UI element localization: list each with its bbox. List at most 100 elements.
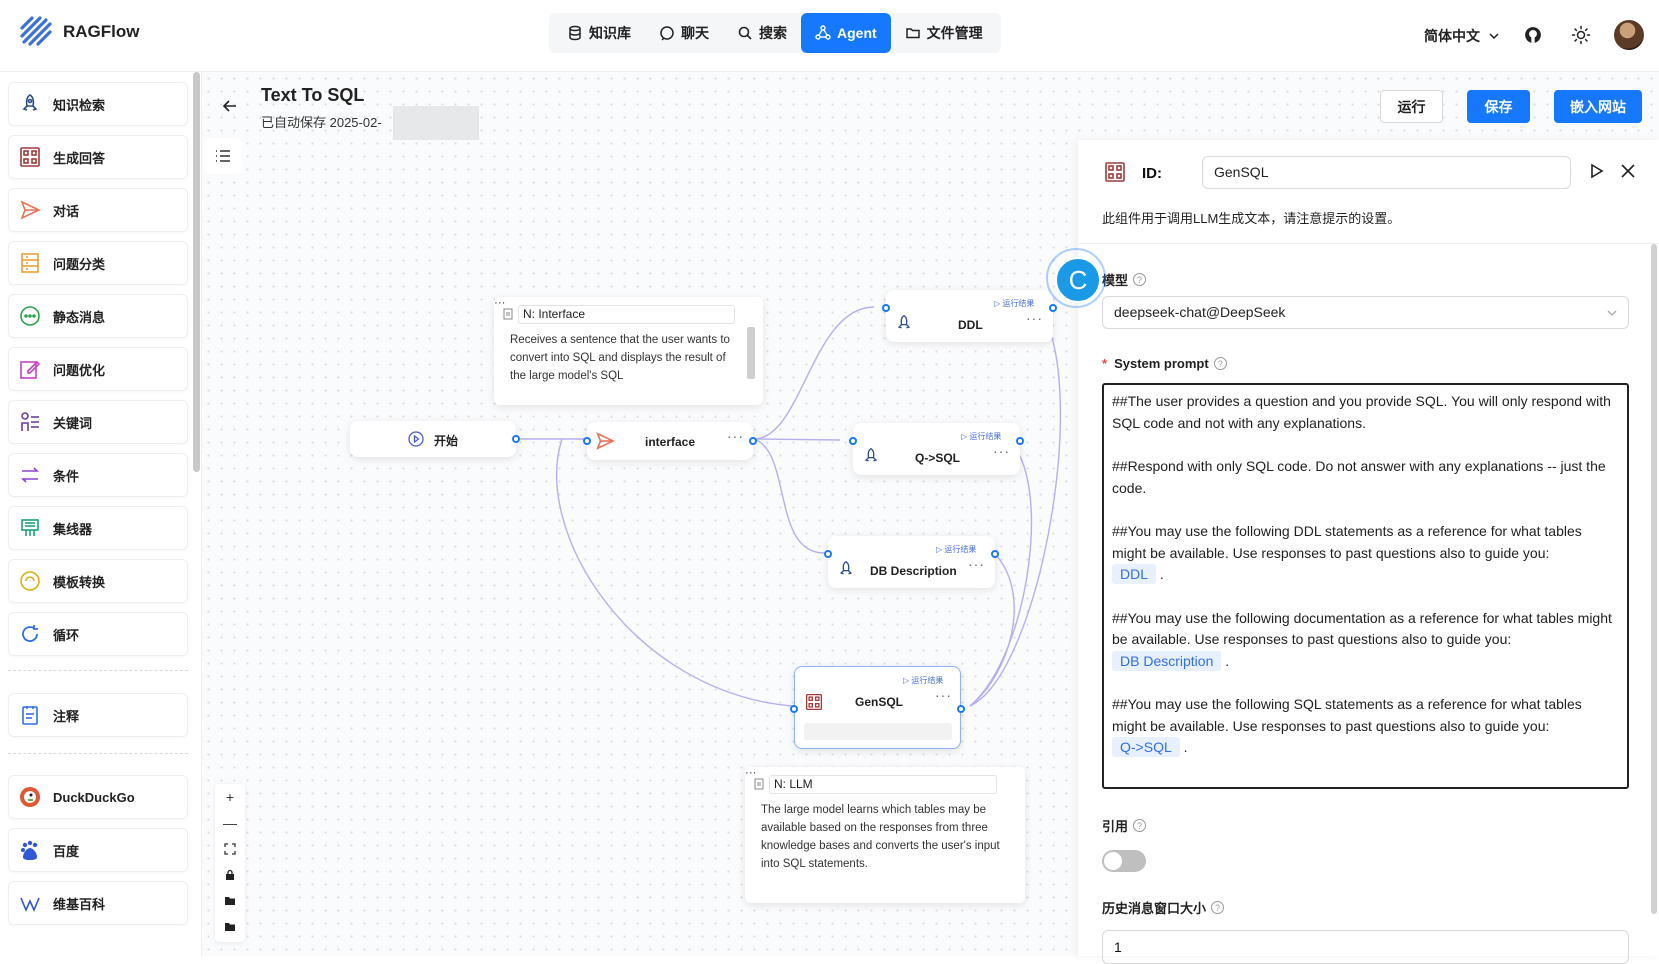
lock-button[interactable] xyxy=(215,862,245,888)
node-dbdesc[interactable]: ▷ 运行结果 DB Description ··· xyxy=(824,536,999,588)
node-handle[interactable] xyxy=(824,550,832,558)
operator-dialog[interactable]: 对话 xyxy=(8,188,188,232)
node-begin[interactable]: 开始 xyxy=(350,421,520,457)
nav-tab-chat[interactable]: 聊天 xyxy=(645,13,723,53)
concentrator-icon xyxy=(21,519,39,536)
node-interface[interactable]: interface ··· xyxy=(583,422,757,460)
tool-baidu[interactable]: 百度 xyxy=(8,828,188,872)
operator-retrieval[interactable]: 知识检索 xyxy=(8,82,188,126)
operator-loop[interactable]: 循环 xyxy=(8,612,188,656)
chevron-down-icon xyxy=(1489,33,1499,40)
more-icon[interactable]: ··· xyxy=(935,687,952,703)
more-icon[interactable]: ··· xyxy=(968,556,985,572)
node-handle[interactable] xyxy=(1049,304,1057,312)
variable-tag[interactable]: DDL xyxy=(1112,564,1157,584)
tool-duckduckgo[interactable]: DuckDuckGo xyxy=(8,775,188,819)
operator-switch[interactable]: 条件 xyxy=(8,453,188,497)
run-button[interactable]: 运行 xyxy=(1380,90,1443,123)
node-ddl[interactable]: ▷ 运行结果 DDL ··· xyxy=(882,290,1057,342)
tool-wikipedia[interactable]: 维基百科 xyxy=(8,881,188,925)
operator-note[interactable]: 注释 xyxy=(8,693,188,737)
back-arrow-icon[interactable] xyxy=(220,96,240,116)
operator-categorize[interactable]: 问题分类 xyxy=(8,241,188,285)
more-icon[interactable]: ··· xyxy=(993,443,1010,459)
node-handle[interactable] xyxy=(882,304,890,312)
node-handle[interactable] xyxy=(790,705,798,713)
top-bar: RAGFlow 知识库 聊天 搜索 Agent 文件管理 简体中文 xyxy=(0,0,1659,72)
help-icon[interactable]: ? xyxy=(1133,273,1147,286)
operator-generate[interactable]: 生成回答 xyxy=(8,135,188,179)
sidebar-scrollbar[interactable] xyxy=(193,72,200,472)
run-result-link[interactable]: ▷ 运行结果 xyxy=(903,675,943,686)
variable-tag[interactable]: DB Description xyxy=(1112,650,1222,671)
model-select[interactable]: deepseek-chat@DeepSeek xyxy=(1102,296,1629,329)
nav-tab-search[interactable]: 搜索 xyxy=(723,13,801,53)
redacted-timestamp xyxy=(393,106,479,140)
note-llm[interactable]: N: LLM ··· The large model learns which … xyxy=(745,767,1025,903)
node-gensql[interactable]: ▷ 运行结果 GenSQL ··· xyxy=(790,666,965,749)
help-icon[interactable]: ? xyxy=(1211,901,1225,914)
run-result-link[interactable]: ▷ 运行结果 xyxy=(961,431,1001,442)
run-result-link[interactable]: ▷ 运行结果 xyxy=(994,298,1034,309)
fit-view-button[interactable] xyxy=(215,836,245,862)
loop-icon xyxy=(22,625,38,642)
more-icon[interactable]: ··· xyxy=(727,428,744,444)
node-handle[interactable] xyxy=(1016,437,1024,445)
folder-button[interactable] xyxy=(215,914,245,940)
embed-button[interactable]: 嵌入网站 xyxy=(1554,90,1642,123)
note-icon xyxy=(22,706,38,725)
nav-tab-files[interactable]: 文件管理 xyxy=(891,13,997,53)
note-interface[interactable]: N: Interface ··· Receives a sentence tha… xyxy=(494,297,763,405)
operator-message[interactable]: 静态消息 xyxy=(8,294,188,338)
tool-label: DuckDuckGo xyxy=(53,789,135,805)
cite-toggle[interactable] xyxy=(1102,850,1146,872)
node-qsql[interactable]: ▷ 运行结果 Q->SQL ··· xyxy=(849,423,1024,475)
panel-divider xyxy=(1078,243,1659,244)
node-handle[interactable] xyxy=(991,550,999,558)
theme-toggle-icon[interactable] xyxy=(1571,25,1591,45)
history-window-input[interactable]: 1 xyxy=(1102,930,1629,964)
ragflow-logo-icon[interactable] xyxy=(18,14,54,48)
node-handle[interactable] xyxy=(583,437,591,445)
operator-label: 静态消息 xyxy=(53,309,106,325)
node-label: interface xyxy=(645,435,696,449)
help-icon[interactable]: ? xyxy=(1133,819,1147,832)
node-list-button[interactable] xyxy=(204,138,242,174)
node-handle[interactable] xyxy=(512,435,520,443)
note-title[interactable]: N: Interface xyxy=(518,305,735,324)
play-circle-icon xyxy=(408,431,424,447)
github-icon[interactable] xyxy=(1524,26,1542,44)
more-icon[interactable]: ··· xyxy=(1026,310,1043,326)
operator-concentrator[interactable]: 集线器 xyxy=(8,506,188,550)
zoom-in-button[interactable]: + xyxy=(215,784,245,810)
generate-icon xyxy=(1105,162,1125,182)
run-node-icon[interactable] xyxy=(1587,162,1605,180)
nav-tab-label: 知识库 xyxy=(589,25,631,41)
close-icon[interactable] xyxy=(1619,162,1637,180)
note-scrollbar[interactable] xyxy=(747,327,755,379)
language-selector[interactable]: 简体中文 xyxy=(1424,26,1500,46)
node-handle[interactable] xyxy=(749,437,757,445)
operator-label: 集线器 xyxy=(53,521,93,537)
note-title[interactable]: N: LLM xyxy=(769,775,997,794)
operator-rewrite[interactable]: 问题优化 xyxy=(8,347,188,391)
keyword-icon xyxy=(21,412,39,431)
zoom-out-button[interactable]: — xyxy=(215,810,245,836)
save-button[interactable]: 保存 xyxy=(1467,90,1530,123)
node-id-input[interactable]: GenSQL xyxy=(1202,156,1571,189)
user-avatar[interactable] xyxy=(1614,20,1644,50)
node-handle[interactable] xyxy=(957,705,965,713)
operator-template[interactable]: 模板转换 xyxy=(8,559,188,603)
run-result-link[interactable]: ▷ 运行结果 xyxy=(936,544,976,555)
operator-keyword[interactable]: 关键词 xyxy=(8,400,188,444)
nav-tab-agent[interactable]: Agent xyxy=(801,13,891,53)
folder-button[interactable] xyxy=(215,888,245,914)
prompt-text: ##You may use the following SQL statemen… xyxy=(1112,696,1582,734)
help-icon[interactable]: ? xyxy=(1213,357,1227,370)
nav-tab-knowledge[interactable]: 知识库 xyxy=(553,13,645,53)
panel-scrollbar[interactable] xyxy=(1651,244,1657,914)
operator-label: 注释 xyxy=(53,708,80,724)
variable-tag[interactable]: Q->SQL xyxy=(1112,737,1180,757)
node-handle[interactable] xyxy=(849,437,857,445)
system-prompt-editor[interactable]: ##The user provides a question and you p… xyxy=(1102,383,1629,789)
